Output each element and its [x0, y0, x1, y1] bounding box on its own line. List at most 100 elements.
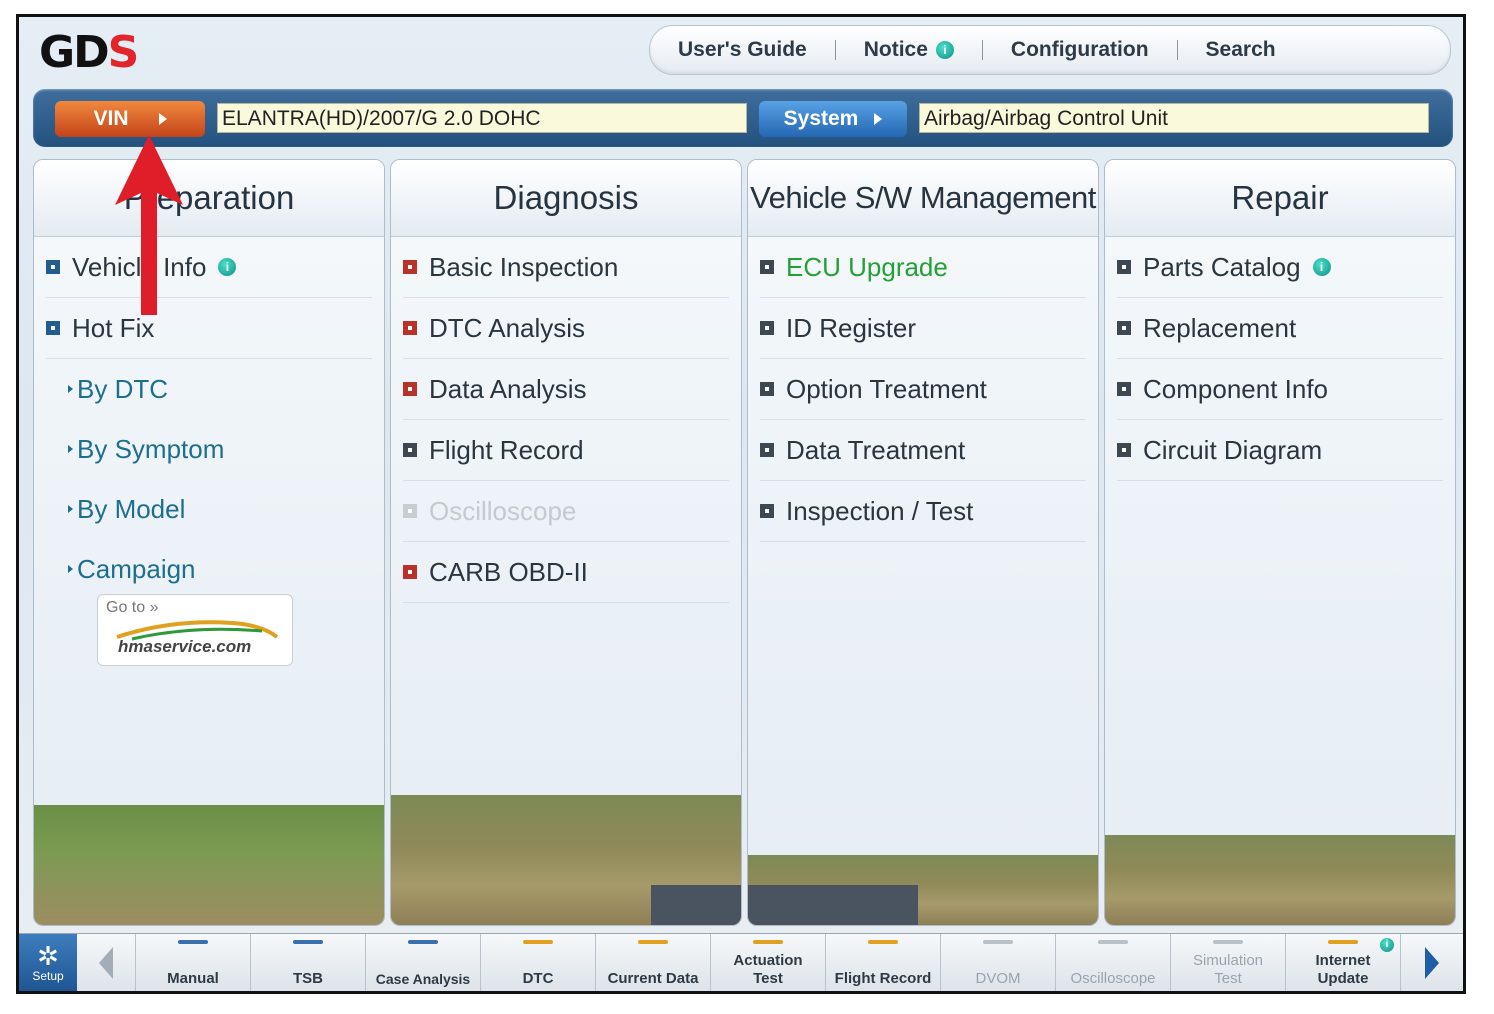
tool-case-analysis[interactable]: Case Analysis: [366, 934, 481, 991]
tool-flight-record[interactable]: Flight Record: [826, 934, 941, 991]
bullet-square-icon: [760, 443, 774, 457]
tool-manual[interactable]: Manual: [136, 934, 251, 991]
menu-item-circuit-diagram[interactable]: Circuit Diagram: [1117, 420, 1443, 481]
tool-internet-update[interactable]: i Internet Update: [1286, 934, 1401, 991]
setup-button[interactable]: ✲ Setup: [19, 934, 77, 991]
tool-dtc[interactable]: DTC: [481, 934, 596, 991]
menu-item-data-treatment[interactable]: Data Treatment: [760, 420, 1086, 481]
tool-indicator: [408, 940, 438, 944]
menu-item-option-treatment[interactable]: Option Treatment: [760, 359, 1086, 420]
panel-title: Repair: [1105, 160, 1455, 237]
hmaservice-link[interactable]: Go to » hmaservice.com: [97, 594, 293, 666]
bullet-square-icon: [46, 260, 60, 274]
bullet-square-icon: [403, 443, 417, 457]
tool-tsb[interactable]: TSB: [251, 934, 366, 991]
tool-label: Flight Record: [834, 970, 932, 987]
red-arrow-annotation: [115, 135, 183, 315]
menu-item-label: Oscilloscope: [429, 495, 577, 526]
diagnosis-panel: Diagnosis Basic Inspection DTC Analysis …: [390, 159, 742, 926]
vin-value-field[interactable]: ELANTRA(HD)/2007/G 2.0 DOHC: [217, 103, 747, 133]
menu-item-ecu-upgrade[interactable]: ECU Upgrade: [760, 237, 1086, 298]
menu-item-label: ECU Upgrade: [786, 251, 948, 282]
hmaservice-url: hmaservice.com: [118, 637, 252, 656]
tool-indicator: [638, 940, 668, 944]
menu-item-component-info[interactable]: Component Info: [1117, 359, 1443, 420]
users-guide-link[interactable]: User's Guide: [650, 38, 835, 62]
system-label: System: [783, 107, 859, 130]
bullet-square-icon: [403, 382, 417, 396]
menu-item-vehicle-info[interactable]: Vehicle Info i: [46, 237, 372, 298]
tool-label: DTC: [522, 970, 554, 987]
bullet-square-icon: [1117, 382, 1131, 396]
vehicle-sw-management-panel: Vehicle S/W Management ECU Upgrade ID Re…: [747, 159, 1099, 926]
panel-title: Vehicle S/W Management: [748, 160, 1098, 237]
triangle-bullet-icon: [68, 385, 73, 393]
menu-item-label: Flight Record: [429, 434, 584, 465]
system-button[interactable]: System: [759, 101, 907, 137]
gear-icon: ✲: [37, 941, 59, 971]
menu-item-label: CARB OBD-II: [429, 556, 588, 587]
tool-label: TSB: [293, 970, 323, 987]
menu-item-inspection-test[interactable]: Inspection / Test: [760, 481, 1086, 542]
menu-item-by-symptom[interactable]: By Symptom: [46, 419, 372, 479]
configuration-link[interactable]: Configuration: [983, 38, 1177, 62]
menu-item-label: Parts Catalog: [1143, 251, 1301, 282]
menu-item-label: Circuit Diagram: [1143, 434, 1323, 465]
bullet-square-icon: [760, 504, 774, 518]
menu-item-replacement[interactable]: Replacement: [1117, 298, 1443, 359]
bullet-square-icon: [403, 260, 417, 274]
menu-item-hot-fix[interactable]: Hot Fix: [46, 298, 372, 359]
info-icon: i: [1312, 258, 1331, 276]
panel-title: Diagnosis: [391, 160, 741, 237]
menu-item-campaign[interactable]: Campaign: [46, 539, 372, 599]
landscape-background: [34, 805, 384, 925]
notice-link[interactable]: Notice i: [836, 38, 982, 62]
menu-item-id-register[interactable]: ID Register: [760, 298, 1086, 359]
tool-label: Manual: [167, 970, 219, 987]
landscape-background: [1105, 835, 1455, 925]
menu-item-data-analysis[interactable]: Data Analysis: [403, 359, 729, 420]
tool-label: Simulation Test: [1192, 952, 1264, 987]
road-graphic: [651, 885, 741, 925]
scroll-right-button[interactable]: [1401, 934, 1463, 991]
chevron-left-icon: [99, 947, 113, 979]
menu-item-label: ID Register: [786, 312, 917, 343]
tool-current-data[interactable]: Current Data: [596, 934, 711, 991]
bullet-square-icon: [1117, 443, 1131, 457]
info-icon: i: [935, 41, 954, 59]
bullet-square-icon: [760, 321, 774, 335]
info-icon: i: [218, 258, 237, 276]
notice-label: Notice: [863, 38, 928, 61]
tool-actuation-test[interactable]: Actuation Test: [711, 934, 826, 991]
tool-simulation-test: Simulation Test: [1171, 934, 1286, 991]
chevron-right-icon: [1425, 947, 1439, 979]
triangle-bullet-icon: [68, 505, 73, 513]
bullet-square-icon: [403, 321, 417, 335]
panel-title: Preparation: [34, 160, 384, 237]
menu-item-by-model[interactable]: By Model: [46, 479, 372, 539]
menu-item-by-dtc[interactable]: By DTC: [46, 359, 372, 419]
scroll-left-button[interactable]: [77, 934, 136, 991]
vin-button[interactable]: VIN: [55, 101, 205, 137]
chevron-right-icon: [874, 113, 883, 125]
tool-indicator: [1328, 940, 1358, 944]
search-link[interactable]: Search: [1178, 38, 1304, 62]
menu-item-parts-catalog[interactable]: Parts Catalog i: [1117, 237, 1443, 298]
tool-dvom: DVOM: [941, 934, 1056, 991]
go-to-label: Go to »: [106, 599, 159, 616]
landscape-background: [391, 795, 741, 925]
menu-item-label: Hot Fix: [72, 312, 155, 343]
menu-item-flight-record[interactable]: Flight Record: [403, 420, 729, 481]
menu-item-basic-inspection[interactable]: Basic Inspection: [403, 237, 729, 298]
menu-item-dtc-analysis[interactable]: DTC Analysis: [403, 298, 729, 359]
menu-item-label: Basic Inspection: [429, 251, 619, 282]
vin-label: VIN: [93, 107, 129, 130]
menu-item-label: Data Treatment: [786, 434, 966, 465]
menu-item-carb-obd[interactable]: CARB OBD-II: [403, 542, 729, 603]
menu-item-label: Option Treatment: [786, 373, 987, 404]
tool-indicator: [1213, 940, 1243, 944]
system-value-field[interactable]: Airbag/Airbag Control Unit: [919, 103, 1429, 133]
tool-label: Oscilloscope: [1070, 970, 1156, 987]
menu-item-label: Inspection / Test: [786, 495, 974, 526]
users-guide-label: User's Guide: [678, 38, 807, 61]
